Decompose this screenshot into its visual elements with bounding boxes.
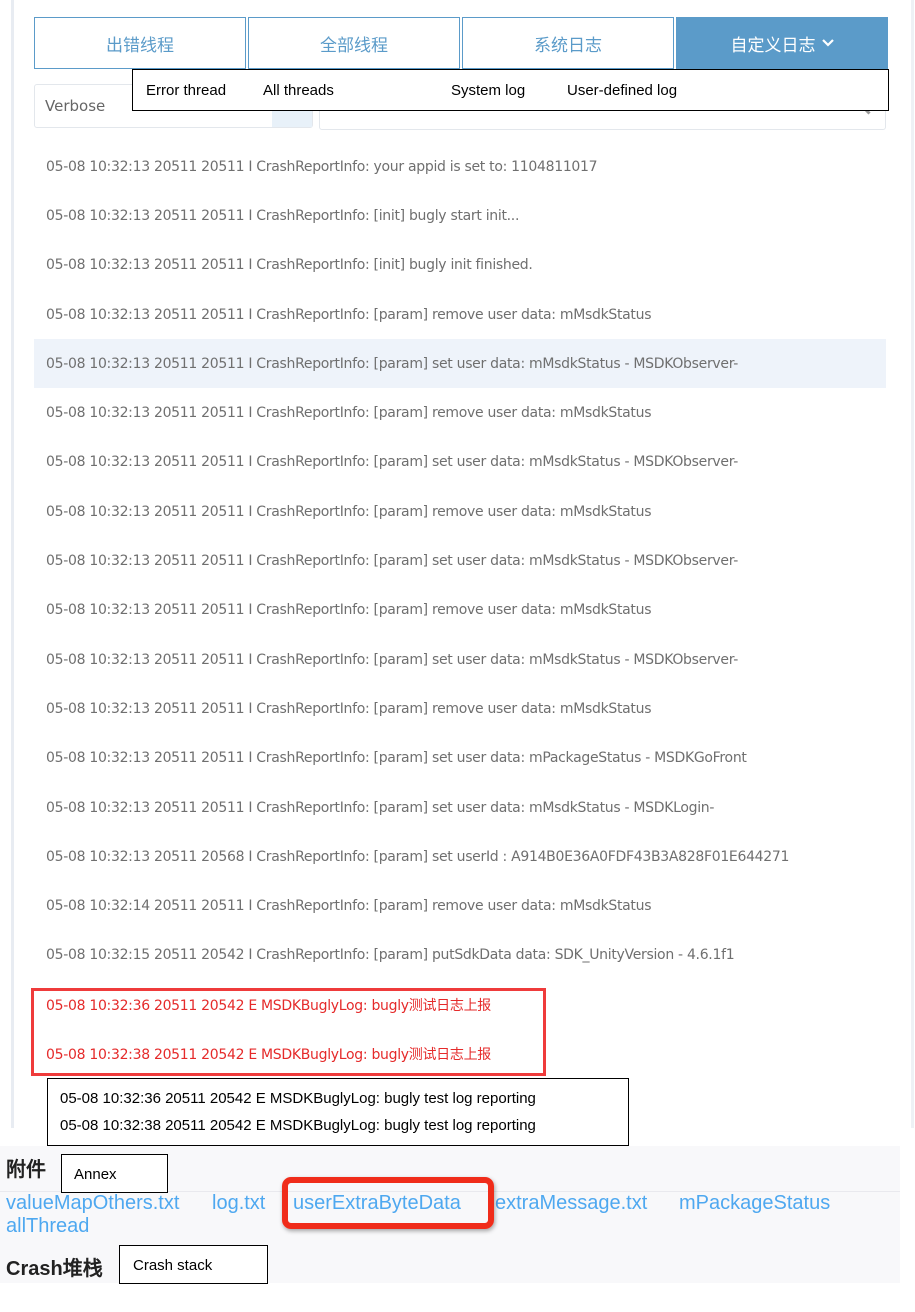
log-row[interactable]: 05-08 10:32:13 20511 20511 I CrashReport… (34, 635, 886, 684)
attachment-link-mpackagestatus[interactable]: mPackageStatus (679, 1192, 830, 1215)
tab-custom-log[interactable]: 自定义日志 (676, 17, 888, 69)
scrollbar-track[interactable] (911, 0, 914, 1128)
tab-all-threads[interactable]: 全部线程 (248, 17, 460, 69)
log-row[interactable]: 05-08 10:32:13 20511 20511 I CrashReport… (34, 191, 886, 240)
attachment-link-userextrabytedata[interactable]: userExtraByteData (293, 1192, 461, 1215)
crash-stack-translation-annotation: Crash stack (119, 1245, 268, 1284)
log-level-value: Verbose (45, 97, 106, 115)
translation-error-line: 05-08 10:32:38 20511 20542 E MSDKBuglyLo… (60, 1117, 536, 1134)
log-row[interactable]: 05-08 10:32:13 20511 20511 I CrashReport… (34, 290, 886, 339)
log-row[interactable]: 05-08 10:32:13 20511 20511 I CrashReport… (34, 536, 886, 585)
crash-stack-heading: Crash堆栈 (6, 1258, 103, 1280)
log-row-error[interactable]: 05-08 10:32:38 20511 20542 E MSDKBuglyLo… (34, 1029, 886, 1078)
tab-label: 系统日志 (534, 35, 602, 56)
translation-crash-stack: Crash stack (133, 1257, 213, 1274)
translation-user-defined-log: User-defined log (567, 82, 678, 99)
log-row[interactable]: 05-08 10:32:13 20511 20568 I CrashReport… (34, 832, 886, 881)
left-border (11, 0, 14, 1128)
log-row[interactable]: 05-08 10:32:13 20511 20511 I CrashReport… (34, 438, 886, 487)
tab-label: 自定义日志 (730, 35, 816, 56)
log-row[interactable]: 05-08 10:32:13 20511 20511 I CrashReport… (34, 734, 886, 783)
log-row[interactable]: 05-08 10:32:13 20511 20511 I CrashReport… (34, 388, 886, 437)
log-row[interactable]: 05-08 10:32:15 20511 20542 I CrashReport… (34, 931, 886, 980)
error-translation-annotation: 05-08 10:32:36 20511 20542 E MSDKBuglyLo… (47, 1078, 629, 1146)
log-row-error[interactable]: 05-08 10:32:36 20511 20542 E MSDKBuglyLo… (34, 980, 886, 1029)
log-row[interactable]: 05-08 10:32:13 20511 20511 I CrashReport… (34, 487, 886, 536)
tab-translation-annotation: Error thread All threads System log User… (132, 69, 889, 111)
chevron-down-icon (821, 36, 834, 50)
attachment-link-valuemapothers[interactable]: valueMapOthers.txt (6, 1192, 179, 1215)
tab-error-thread[interactable]: 出错线程 (34, 17, 246, 69)
attachments-heading: 附件 (6, 1159, 46, 1181)
attachment-link-log[interactable]: log.txt (212, 1192, 265, 1215)
translation-error-thread: Error thread (146, 82, 227, 99)
log-list: 05-08 10:32:13 20511 20511 I CrashReport… (34, 142, 886, 1079)
log-row[interactable]: 05-08 10:32:13 20511 20511 I CrashReport… (34, 586, 886, 635)
attachment-link-extramessage[interactable]: extraMessage.txt (495, 1192, 647, 1215)
attachments-translation-annotation: Annex (61, 1154, 168, 1193)
translation-annex: Annex (74, 1166, 117, 1183)
log-row[interactable]: 05-08 10:32:13 20511 20511 I CrashReport… (34, 241, 886, 290)
translation-all-threads: All threads (263, 82, 334, 99)
log-row[interactable]: 05-08 10:32:13 20511 20511 I CrashReport… (34, 783, 886, 832)
tab-system-log[interactable]: 系统日志 (462, 17, 674, 69)
translation-system-log: System log (451, 82, 526, 99)
translation-error-line: 05-08 10:32:36 20511 20542 E MSDKBuglyLo… (60, 1090, 536, 1107)
tab-label: 出错线程 (106, 35, 174, 56)
log-row[interactable]: 05-08 10:32:13 20511 20511 I CrashReport… (34, 142, 886, 191)
log-row[interactable]: 05-08 10:32:13 20511 20511 I CrashReport… (34, 684, 886, 733)
log-row[interactable]: 05-08 10:32:14 20511 20511 I CrashReport… (34, 881, 886, 930)
log-row-hovered[interactable]: 05-08 10:32:13 20511 20511 I CrashReport… (34, 339, 886, 389)
log-tabs: 出错线程 全部线程 系统日志 自定义日志 (34, 17, 888, 69)
tab-label: 全部线程 (320, 35, 388, 56)
attachment-link-allthread[interactable]: allThread (6, 1215, 89, 1238)
